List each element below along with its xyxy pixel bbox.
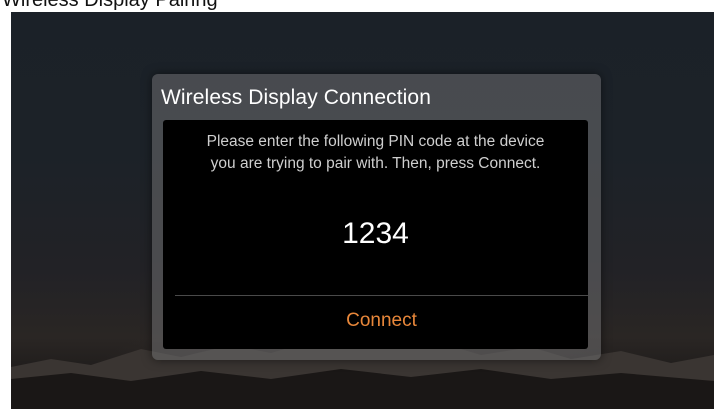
connect-button[interactable]: Connect bbox=[175, 306, 588, 336]
instruction-message: Please enter the following PIN code at t… bbox=[163, 131, 588, 175]
page-header-text: Wireless Display Pairing bbox=[2, 0, 218, 11]
pin-code: 1234 bbox=[342, 217, 409, 250]
dialog-body: Please enter the following PIN code at t… bbox=[163, 120, 588, 349]
screen: Wireless Display Pairing Wireless Displa… bbox=[0, 0, 714, 409]
dialog-title: Wireless Display Connection bbox=[161, 86, 431, 109]
page-header-strip: Wireless Display Pairing bbox=[0, 0, 714, 12]
divider bbox=[175, 295, 588, 296]
tv-screen: Wireless Display Connection Please enter… bbox=[11, 12, 714, 409]
instruction-line-2: you are trying to pair with. Then, press… bbox=[210, 155, 541, 172]
wireless-display-dialog: Wireless Display Connection Please enter… bbox=[152, 74, 601, 360]
instruction-line-1: Please enter the following PIN code at t… bbox=[206, 133, 545, 150]
